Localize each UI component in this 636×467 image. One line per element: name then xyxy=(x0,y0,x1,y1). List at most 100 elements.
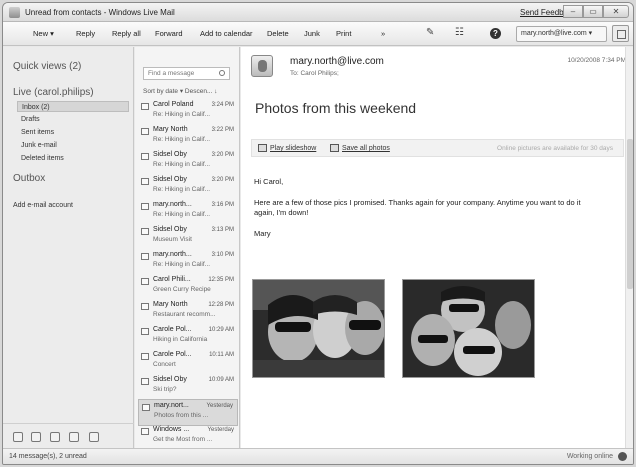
message-list-pane: Sort by date ▾ Descen... ↓ Carol Poland 3… xyxy=(135,47,240,450)
message-from: mary.nort... xyxy=(154,402,189,409)
help-icon[interactable]: ? xyxy=(490,28,501,39)
list-item[interactable]: Sidsel Oby 10:09 AM Ski trip? xyxy=(138,374,238,401)
sort-by-control[interactable]: Sort by date ▾ Descen... ↓ xyxy=(143,87,217,95)
signature: Mary xyxy=(254,229,271,238)
calendar-icon[interactable] xyxy=(31,432,41,442)
envelope-icon xyxy=(141,178,149,185)
account-dropdown[interactable]: mary.north@live.com ▾ xyxy=(516,26,607,42)
message-time: 10:11 AM xyxy=(209,352,234,358)
message-subject: Museum Visit xyxy=(153,236,192,243)
list-item[interactable]: Sidsel Oby 3:20 PM Re: Hiking in Calif... xyxy=(138,149,238,176)
body-line: Here are a few of those pics I promised.… xyxy=(254,198,581,207)
more-commands-button[interactable]: » xyxy=(381,29,385,38)
chevron-down-icon: ▾ xyxy=(588,30,593,37)
newsgroups-icon[interactable] xyxy=(89,432,99,442)
mail-icon[interactable] xyxy=(13,432,23,442)
list-item[interactable]: Mary North 3:22 PM Re: Hiking in Calif... xyxy=(138,124,238,151)
photo-thumbnail[interactable] xyxy=(252,279,385,378)
layout-icon[interactable]: ☷ xyxy=(455,27,464,38)
list-item[interactable]: Carole Pol... 10:11 AM Concert xyxy=(138,349,238,376)
status-bar: 14 message(s), 2 unread Working online xyxy=(3,448,633,464)
message-subject: Re: Hiking in Calif... xyxy=(153,211,211,218)
message-subject: Re: Hiking in Calif... xyxy=(153,161,211,168)
message-from: Mary North xyxy=(153,126,188,133)
message-subject: Re: Hiking in Calif... xyxy=(153,136,211,143)
online-status-icon xyxy=(618,452,627,461)
message-from: Sidsel Oby xyxy=(153,376,187,383)
message-subject: Concert xyxy=(153,361,176,368)
message-time: 3:13 PM xyxy=(211,227,234,233)
feeds-icon[interactable] xyxy=(69,432,79,442)
maximize-button[interactable]: ▭ xyxy=(583,5,603,18)
add-email-account-link[interactable]: Add e-mail account xyxy=(13,202,73,209)
photo-thumbnail[interactable] xyxy=(402,279,535,378)
reply-all-button[interactable]: Reply all xyxy=(112,29,141,38)
folder-inbox[interactable]: Inbox (2) xyxy=(17,101,129,112)
envelope-icon xyxy=(142,404,150,411)
window-controls: – ▭ ✕ xyxy=(563,5,629,18)
forward-button[interactable]: Forward xyxy=(155,29,183,38)
play-slideshow-link[interactable]: Play slideshow xyxy=(270,145,316,152)
list-item[interactable]: Windows ... Yesterday Get the Most from ..… xyxy=(138,424,238,451)
new-label: New xyxy=(33,29,49,38)
search-icon[interactable] xyxy=(219,70,225,76)
sender-address[interactable]: mary.north@live.com xyxy=(290,56,384,67)
envelope-icon xyxy=(141,428,149,435)
print-button[interactable]: Print xyxy=(336,29,351,38)
chevron-down-icon: ▾ xyxy=(50,29,54,38)
message-time: 12:28 PM xyxy=(208,302,234,308)
menu-icon[interactable] xyxy=(612,25,629,42)
envelope-icon xyxy=(141,203,149,210)
list-item[interactable]: Sidsel Oby 3:20 PM Re: Hiking in Calif... xyxy=(138,174,238,201)
envelope-icon xyxy=(141,353,149,360)
envelope-icon xyxy=(141,228,149,235)
list-item[interactable]: Carol Poland 3:24 PM Re: Hiking in Calif..… xyxy=(138,99,238,126)
message-subject-heading: Photos from this weekend xyxy=(255,100,417,116)
message-time: Yesterday xyxy=(206,403,233,409)
body-line: again, I'm down! xyxy=(254,208,309,217)
save-all-photos-link[interactable]: Save all photos xyxy=(342,145,390,152)
message-from: Carole Pol... xyxy=(153,326,192,333)
outbox-folder[interactable]: Outbox xyxy=(13,173,45,184)
reply-button[interactable]: Reply xyxy=(76,29,95,38)
folder-junk[interactable]: Junk e-mail xyxy=(17,140,129,151)
message-time: 3:24 PM xyxy=(211,102,234,108)
minimize-button[interactable]: – xyxy=(563,5,583,18)
envelope-icon xyxy=(141,153,149,160)
scrollbar-thumb[interactable] xyxy=(627,139,633,289)
list-item[interactable]: Mary North 12:28 PM Restaurant recomm... xyxy=(138,299,238,326)
junk-button[interactable]: Junk xyxy=(304,29,320,38)
message-count-status: 14 message(s), 2 unread xyxy=(9,453,87,460)
quick-views-header[interactable]: Quick views (2) xyxy=(13,61,81,72)
folder-deleted[interactable]: Deleted items xyxy=(17,153,129,164)
message-subject: Re: Hiking in Calif... xyxy=(153,186,211,193)
close-button[interactable]: ✕ xyxy=(603,5,629,18)
folder-pane: Quick views (2) Live (carol.philips) Inb… xyxy=(3,47,134,450)
folder-sent[interactable]: Sent items xyxy=(17,127,129,138)
delete-button[interactable]: Delete xyxy=(267,29,289,38)
message-time: 3:16 PM xyxy=(211,202,234,208)
list-item[interactable]: Carol Phili... 12:35 PM Green Curry Recipe xyxy=(138,274,238,301)
envelope-icon xyxy=(141,253,149,260)
envelope-icon xyxy=(141,103,149,110)
reading-pane-scrollbar[interactable] xyxy=(625,47,633,450)
greeting: Hi Carol, xyxy=(254,177,284,186)
contacts-icon[interactable] xyxy=(50,432,60,442)
list-item[interactable]: Carole Pol... 10:29 AM Hiking in Californi… xyxy=(138,324,238,351)
list-item[interactable]: Sidsel Oby 3:13 PM Museum Visit xyxy=(138,224,238,251)
message-time: 3:10 PM xyxy=(211,252,234,258)
pen-icon[interactable]: ✎ xyxy=(426,27,434,38)
toolbar: New ▾ Reply Reply all Forward Add to cal… xyxy=(3,22,633,46)
add-to-calendar-button[interactable]: Add to calendar xyxy=(200,29,253,38)
account-label: mary.north@live.com xyxy=(521,30,587,37)
message-from: mary.north... xyxy=(153,251,192,258)
list-item-selected[interactable]: mary.nort... Yesterday Photos from this ..… xyxy=(138,399,238,426)
new-button[interactable]: New ▾ xyxy=(33,29,54,38)
message-time: 3:22 PM xyxy=(211,127,234,133)
search-input[interactable] xyxy=(143,67,230,80)
recipient-line: To: Carol Philips; xyxy=(290,70,339,77)
list-item[interactable]: mary.north... 3:16 PM Re: Hiking in Calif.… xyxy=(138,199,238,226)
folder-drafts[interactable]: Drafts xyxy=(17,114,129,125)
account-header[interactable]: Live (carol.philips) xyxy=(13,87,94,98)
list-item[interactable]: mary.north... 3:10 PM Re: Hiking in Calif.… xyxy=(138,249,238,276)
